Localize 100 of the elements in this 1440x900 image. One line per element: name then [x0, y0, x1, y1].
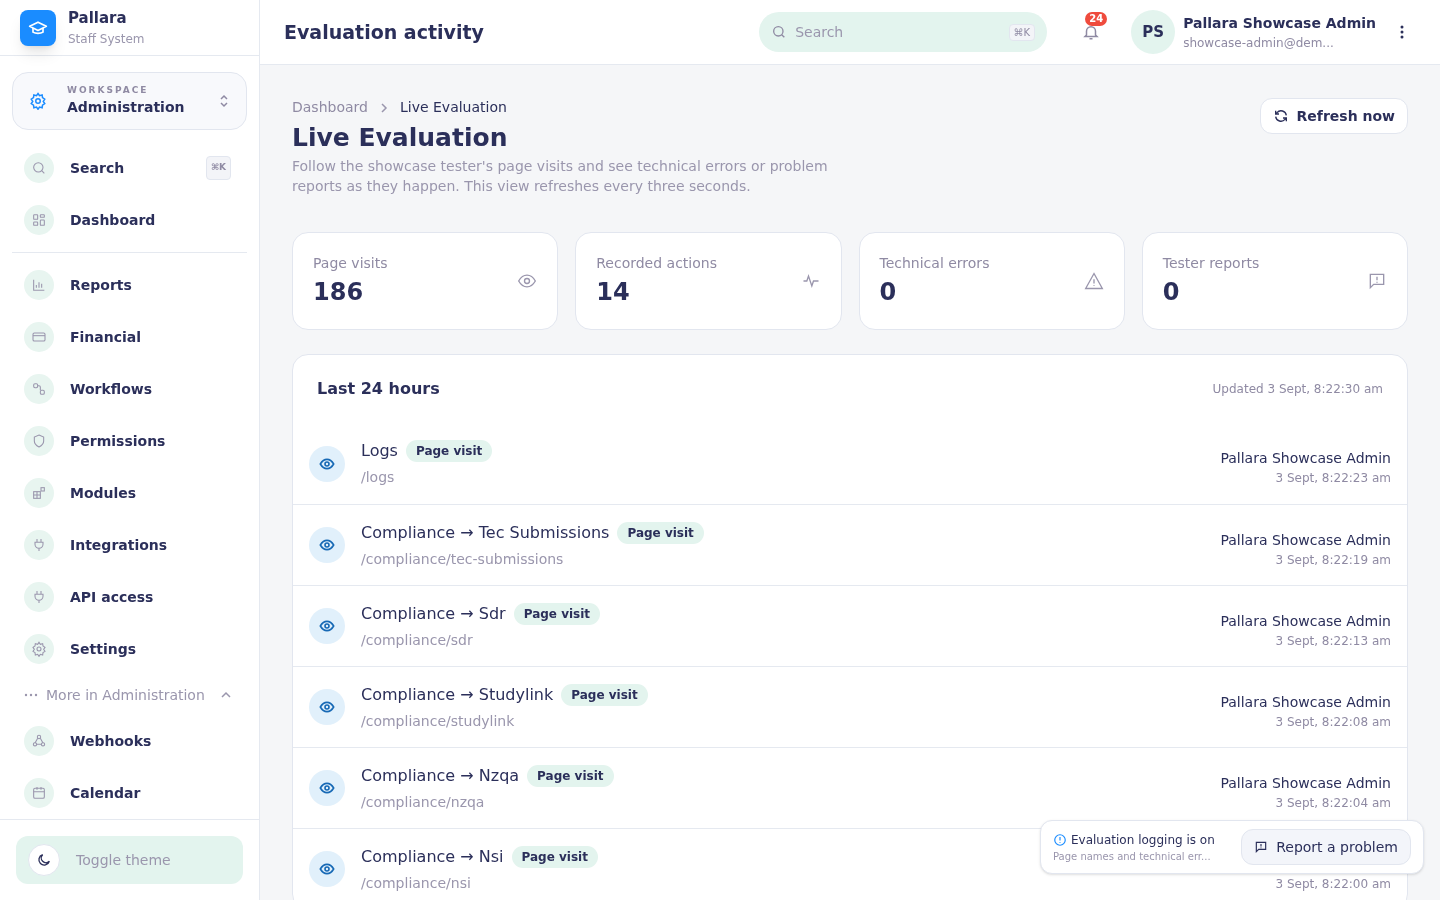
stat-value: 0: [1162, 276, 1181, 308]
eye-icon: [309, 689, 345, 725]
activity-user: Pallara Showcase Admin: [1220, 449, 1391, 468]
search-icon: [24, 153, 54, 183]
activity-time: 3 Sept, 8:22:04 am: [1275, 794, 1391, 812]
stat-label: Recorded actions: [596, 253, 718, 273]
card-icon: [24, 322, 54, 352]
activity-title: Compliance → Sdr: [361, 602, 506, 625]
logo-icon: [20, 9, 56, 46]
search-input[interactable]: Search: [795, 21, 1001, 43]
sidebar-item[interactable]: Permissions: [12, 415, 247, 467]
chevron-updown-icon: [218, 93, 230, 109]
activity-tag: Page visit: [405, 440, 493, 462]
stat-value: 186: [313, 276, 365, 308]
activity-user: Pallara Showcase Admin: [1220, 611, 1391, 631]
activity-tag: Page visit: [561, 683, 648, 706]
plug-icon: [24, 530, 54, 560]
sidebar-item[interactable]: Financial: [12, 311, 247, 363]
activity-time: 3 Sept, 8:22:19 am: [1275, 551, 1391, 569]
stat-value: 0: [879, 276, 898, 308]
activity-tag: Page visit: [617, 521, 704, 544]
message-icon: [1254, 840, 1269, 854]
activity-path: /compliance/nsi: [361, 873, 472, 893]
warning-icon: [1083, 271, 1104, 291]
activity-path: /compliance/studylink: [361, 711, 516, 731]
chevron-up-icon: [220, 691, 232, 699]
brand-subtitle: Staff System: [68, 30, 145, 48]
activity-title: Compliance → Studylink: [361, 683, 554, 706]
toast-title: Evaluation logging is on: [1071, 831, 1215, 849]
settings-icon: [24, 634, 54, 664]
activity-tag: Page visit: [527, 764, 614, 787]
workspace-switcher[interactable]: WORKSPACE Administration: [12, 72, 247, 130]
sidebar-item[interactable]: Settings: [12, 623, 247, 675]
activity-user: Pallara Showcase Admin: [1220, 773, 1391, 793]
shield-icon: [24, 426, 54, 456]
kebab-icon: [1400, 25, 1404, 39]
info-icon: [1053, 832, 1067, 847]
user-name: Pallara Showcase Admin: [1183, 13, 1376, 33]
activity-tag: Page visit: [511, 845, 598, 868]
nodes-icon: [24, 374, 54, 404]
sidebar-item[interactable]: Integrations: [12, 519, 247, 571]
sidebar-item[interactable]: Workflows: [12, 363, 247, 415]
calendar-icon: [24, 778, 54, 808]
workspace-name: Administration: [67, 98, 186, 118]
stat-label: Page visits: [313, 253, 389, 273]
toast-text: Page names and technical err...: [1053, 849, 1212, 864]
activity-time: 3 Sept, 8:22:08 am: [1275, 713, 1391, 731]
sidebar-item[interactable]: Dashboard: [12, 194, 247, 246]
sidebar-item[interactable]: API access: [12, 571, 247, 623]
sidebar-item[interactable]: Modules: [12, 467, 247, 519]
activity-title: Compliance → Nzqa: [361, 764, 520, 787]
updated-time: Updated 3 Sept, 8:22:30 am: [1212, 381, 1383, 398]
activity-time: 3 Sept, 8:22:13 am: [1275, 632, 1391, 650]
activity-user: Pallara Showcase Admin: [1220, 692, 1391, 712]
activity-time: 3 Sept, 8:22:00 am: [1275, 876, 1391, 893]
sidebar-item[interactable]: Reports: [12, 259, 247, 311]
activity-path: /logs: [361, 468, 396, 487]
activity-tag: Page visit: [513, 602, 601, 625]
breadcrumb-current: Live Evaluation: [399, 98, 507, 117]
activity-path: /compliance/tec-submissions: [361, 549, 565, 569]
chevron-right-icon: [379, 102, 388, 113]
settings-icon: [29, 92, 47, 110]
plug-icon: [24, 582, 54, 612]
moon-icon: [28, 844, 60, 876]
activity-user: Pallara Showcase Admin: [1220, 530, 1391, 550]
sidebar-item[interactable]: Search ⌘K: [12, 142, 247, 194]
activity-time: 3 Sept, 8:22:23 am: [1275, 470, 1391, 487]
activity-title: Compliance → Nsi: [361, 845, 504, 868]
activity-path: /compliance/sdr: [361, 630, 474, 650]
activity-path: /compliance/nzqa: [361, 792, 486, 812]
workspace-label: WORKSPACE: [67, 83, 150, 97]
activity-title: Logs: [361, 440, 398, 462]
eye-icon: [309, 770, 345, 806]
brand-name: Pallara: [68, 8, 128, 30]
eye-icon: [309, 445, 345, 482]
page-description: Follow the showcase tester's page visits and see technical errors or problem reports as they happen. This view refreshes every three seconds.: [292, 157, 829, 196]
notification-count: 24: [1085, 12, 1108, 26]
activity-title: Last 24 hours: [317, 378, 440, 400]
grid-icon: [24, 205, 54, 235]
shortcut-hint: ⌘K: [205, 156, 231, 180]
activity-title: Compliance → Tec Submissions: [361, 521, 610, 544]
page-title: Live Evaluation: [292, 122, 509, 154]
user-avatar[interactable]: PS: [1131, 10, 1176, 54]
shortcut-hint: ⌘K: [1008, 23, 1036, 41]
bell-icon: [1082, 23, 1101, 41]
refresh-icon: [1272, 108, 1289, 124]
refresh-button[interactable]: Refresh now: [1259, 98, 1408, 134]
sidebar-item[interactable]: Webhooks: [12, 715, 247, 767]
webhook-icon: [24, 726, 54, 756]
sidebar-item[interactable]: Calendar: [12, 767, 247, 819]
message-icon: [1367, 271, 1387, 291]
page-header-title: Evaluation activity: [284, 19, 485, 45]
eye-icon: [309, 608, 345, 644]
report-problem-button[interactable]: Report a problem: [1241, 829, 1411, 865]
user-email: showcase-admin@dem...: [1183, 34, 1335, 52]
stat-label: Tester reports: [1162, 253, 1261, 273]
stat-value: 14: [596, 276, 631, 308]
dots-icon: [24, 693, 38, 697]
blocks-icon: [24, 478, 54, 508]
eye-icon: [309, 851, 345, 887]
